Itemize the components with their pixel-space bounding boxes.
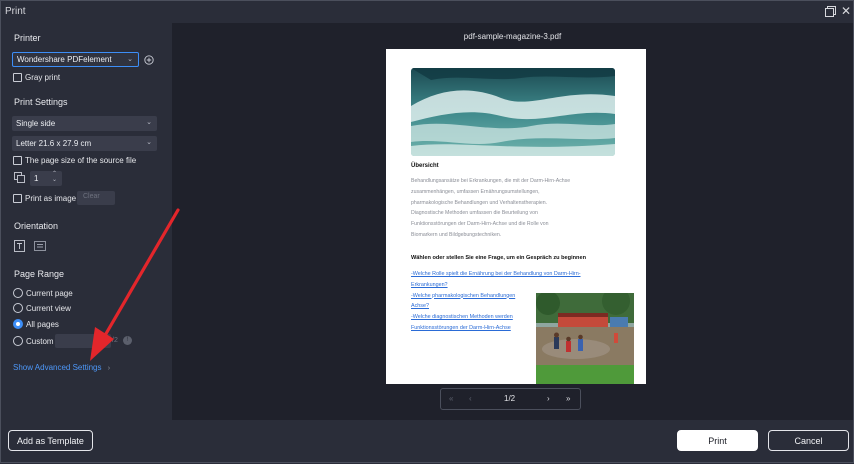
portrait-orientation-icon[interactable]: [14, 240, 25, 252]
preview-filename: pdf-sample-magazine-3.pdf: [463, 32, 562, 41]
gray-print-checkbox[interactable]: [13, 73, 22, 82]
print-preview-pane: pdf-sample-magazine-3.pdf Übersicht Beha…: [172, 23, 853, 420]
chevron-down-icon: ⌄: [127, 56, 133, 63]
doc-paragraph: Behandlungsansätze bei Erkrankungen, die…: [411, 176, 616, 241]
doc-question-heading: Wählen oder stellen Sie eine Frage, um e…: [411, 255, 587, 261]
paper-size-select[interactable]: Letter 21.6 x 27.9 cm ⌄: [12, 136, 157, 151]
sides-select[interactable]: Single side ⌄: [12, 116, 157, 131]
current-page-label: Current page: [26, 289, 73, 298]
custom-range-radio[interactable]: [13, 336, 23, 346]
chevron-down-icon: ⌄: [146, 119, 152, 126]
doc-line: zusammenhängen, umfassen Ernährungsumste…: [411, 188, 540, 195]
print-as-image-label: Print as image: [25, 194, 77, 203]
page-range-section-title: Page Range: [14, 269, 65, 279]
window-title: Print: [5, 6, 26, 17]
orientation-section-title: Orientation: [14, 221, 59, 231]
stepper-arrows-icon[interactable]: ⌃ ⌄: [52, 171, 57, 183]
printer-section-title: Printer: [14, 33, 41, 43]
add-as-template-button[interactable]: Add as Template: [8, 430, 93, 451]
print-button[interactable]: Print: [677, 430, 758, 451]
doc-line: pharmakologische Behandlungen und Verhal…: [411, 199, 548, 206]
copies-icon: [14, 172, 25, 183]
print-settings-section-title: Print Settings: [14, 97, 68, 107]
printer-select[interactable]: Wondershare PDFelement ⌄: [12, 52, 139, 67]
current-page-radio[interactable]: [13, 288, 23, 298]
custom-range-label: Custom: [26, 337, 54, 346]
printer-select-value: Wondershare PDFelement: [17, 55, 112, 64]
preview-page: Übersicht Behandlungsansätze bei Erkrank…: [386, 49, 646, 384]
image-quality-select[interactable]: Clear: [77, 191, 115, 205]
landscape-orientation-icon[interactable]: [34, 241, 46, 251]
copies-value: 1: [34, 174, 39, 183]
current-view-radio[interactable]: [13, 303, 23, 313]
doc-heading: Übersicht: [411, 163, 439, 169]
add-printer-icon[interactable]: [144, 55, 154, 65]
cancel-button[interactable]: Cancel: [768, 430, 849, 451]
gray-print-label: Gray print: [25, 73, 61, 82]
last-page-icon[interactable]: »: [566, 394, 570, 403]
doc-link-line: -Welche Rolle spielt die Ernährung bei d…: [411, 271, 581, 277]
doc-line: Diagnostische Methoden umfassen die Beur…: [411, 210, 538, 217]
print-dialog: Print ✕ Printer Wondershare PDFelement ⌄…: [0, 0, 854, 463]
image-quality-value: Clear: [83, 193, 100, 200]
previous-page-icon[interactable]: ‹: [469, 394, 472, 403]
settings-sidebar: Printer Wondershare PDFelement ⌄ Gray pr…: [1, 23, 171, 420]
doc-line: Behandlungsansätze bei Erkrankungen, die…: [411, 178, 571, 184]
all-pages-label: All pages: [26, 320, 59, 329]
doc-line: Biomarkern und Bildgebungstechniken.: [411, 231, 502, 238]
chevron-down-icon: ⌄: [146, 139, 152, 146]
children-playing-image: [536, 293, 634, 384]
doc-line: Funktionsstörungen der Darm-Hirn-Achse u…: [411, 221, 549, 228]
info-icon[interactable]: !: [123, 336, 132, 345]
source-page-size-label: The page size of the source file: [25, 156, 137, 165]
current-view-label: Current view: [26, 304, 71, 313]
ocean-wave-image: [411, 68, 615, 156]
custom-range-total: /2: [112, 337, 118, 344]
custom-range-input[interactable]: [55, 334, 111, 348]
all-pages-radio[interactable]: [13, 319, 23, 329]
source-page-size-checkbox[interactable]: [13, 156, 22, 165]
page-indicator[interactable]: 1/2: [504, 394, 515, 403]
copies-stepper[interactable]: 1 ⌃ ⌄: [30, 171, 62, 186]
show-advanced-settings-link[interactable]: Show Advanced Settings ›: [13, 363, 110, 372]
title-bar: Print ✕: [1, 1, 853, 23]
chevron-right-icon: ›: [107, 365, 111, 372]
sides-select-value: Single side: [16, 119, 56, 128]
print-as-image-checkbox[interactable]: [13, 194, 22, 203]
first-page-icon[interactable]: «: [449, 394, 453, 403]
close-window-icon[interactable]: ✕: [841, 5, 851, 17]
page-navigator: « ‹ 1/2 › »: [440, 388, 581, 410]
doc-link-line: Erkrankungen?: [411, 281, 448, 288]
dialog-footer: Add as Template Print Cancel: [1, 420, 853, 462]
restore-window-icon[interactable]: [825, 6, 836, 17]
next-page-icon[interactable]: ›: [547, 394, 550, 403]
paper-size-select-value: Letter 21.6 x 27.9 cm: [16, 139, 92, 148]
advanced-settings-label: Show Advanced Settings: [13, 363, 102, 372]
